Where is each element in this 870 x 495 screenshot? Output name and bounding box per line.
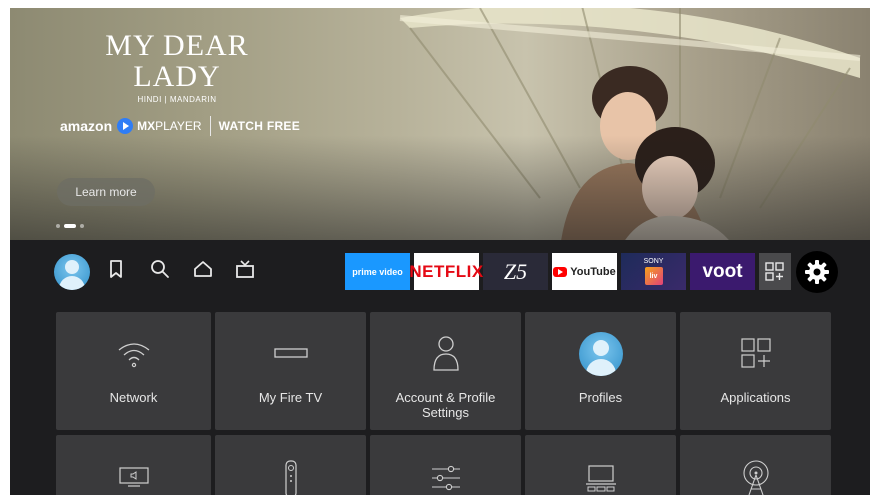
- profiles-tile[interactable]: Profiles: [525, 312, 676, 430]
- person-icon: [432, 336, 459, 371]
- account-profile-settings-label: Account & Profile Settings: [370, 390, 521, 420]
- preferences-tile[interactable]: [370, 435, 521, 495]
- my-computer-tile[interactable]: [525, 435, 676, 495]
- mx-play-icon: [117, 118, 134, 134]
- profile-avatar[interactable]: [54, 254, 90, 290]
- controllers-tile[interactable]: [215, 435, 366, 495]
- app-grid-icon: [765, 261, 784, 281]
- netflix-label: NETFLIX: [409, 261, 484, 281]
- all-apps-button[interactable]: [759, 253, 791, 290]
- network-label: Network: [109, 390, 158, 405]
- carousel-dot-active: [64, 224, 76, 228]
- hero-languages: HINDI | MANDARIN: [137, 95, 217, 104]
- gear-icon: [805, 260, 829, 284]
- settings-button[interactable]: [796, 251, 838, 293]
- player-logo-text: PLAYER: [155, 119, 202, 133]
- learn-more-button[interactable]: Learn more: [57, 178, 155, 206]
- preferences-sliders-icon: [431, 465, 460, 491]
- wifi-icon: [118, 343, 149, 368]
- bookmark-icon[interactable]: [103, 256, 129, 282]
- account-label-line1: Account & Profile: [395, 390, 496, 405]
- hero-title-line1: MY DEAR: [105, 29, 249, 62]
- network-tile[interactable]: Network: [56, 312, 211, 430]
- voot-label: voot: [702, 260, 743, 282]
- netflix-app[interactable]: NETFLIX: [409, 253, 483, 290]
- hero-title-line2: LADY: [133, 60, 221, 93]
- divider: [209, 116, 211, 136]
- search-icon[interactable]: [147, 256, 173, 282]
- youtube-play-icon: [553, 266, 568, 277]
- fire-tv-device-icon: [273, 348, 308, 358]
- hero-banner[interactable]: MY DEAR LADY HINDI | MANDARIN amazon MX P…: [10, 8, 870, 240]
- provider-line: amazon MX PLAYER WATCH FREE: [60, 116, 300, 136]
- amazon-logo: amazon: [60, 118, 113, 134]
- profiles-label: Profiles: [578, 390, 623, 405]
- carousel-dot: [80, 224, 84, 228]
- prime-video-label: prime video: [352, 266, 403, 277]
- remote-icon: [284, 460, 297, 495]
- broadcast-antenna-icon: [742, 460, 769, 495]
- zee5-label: Z5: [503, 258, 528, 284]
- profile-avatar-icon: [578, 332, 623, 376]
- display-sounds-tile[interactable]: [56, 435, 211, 495]
- account-profile-settings-tile[interactable]: Account & Profile Settings: [370, 312, 521, 430]
- fire-tv-screen: MY DEAR LADY HINDI | MANDARIN amazon MX P…: [10, 8, 870, 495]
- applications-tile[interactable]: Applications: [680, 312, 831, 430]
- live-tv-tile[interactable]: [680, 435, 831, 495]
- youtube-app[interactable]: YouTube: [552, 253, 617, 290]
- display-sound-icon: [118, 467, 149, 487]
- sonyliv-app[interactable]: SONY liv: [621, 253, 686, 290]
- my-fire-tv-label: My Fire TV: [258, 390, 323, 405]
- live-tv-icon[interactable]: [232, 256, 258, 282]
- youtube-label: YouTube: [570, 265, 616, 278]
- home-icon[interactable]: [190, 256, 216, 282]
- applications-icon: [740, 338, 771, 368]
- mx-logo: MX: [137, 119, 156, 133]
- carousel-dot: [56, 224, 60, 228]
- sonyliv-logo: liv: [644, 267, 663, 285]
- carousel-indicator: [56, 224, 84, 228]
- prime-video-app[interactable]: prime video: [345, 253, 410, 290]
- my-fire-tv-tile[interactable]: My Fire TV: [215, 312, 366, 430]
- account-label-line2: Settings: [422, 405, 469, 420]
- hero-title: MY DEAR LADY: [102, 30, 252, 92]
- applications-label: Applications: [720, 390, 791, 405]
- voot-app[interactable]: voot: [690, 253, 755, 290]
- sonyliv-top-label: SONY: [643, 258, 664, 265]
- watch-free-label: WATCH FREE: [218, 119, 301, 133]
- zee5-app[interactable]: Z5: [483, 253, 548, 290]
- computer-icon: [585, 465, 616, 492]
